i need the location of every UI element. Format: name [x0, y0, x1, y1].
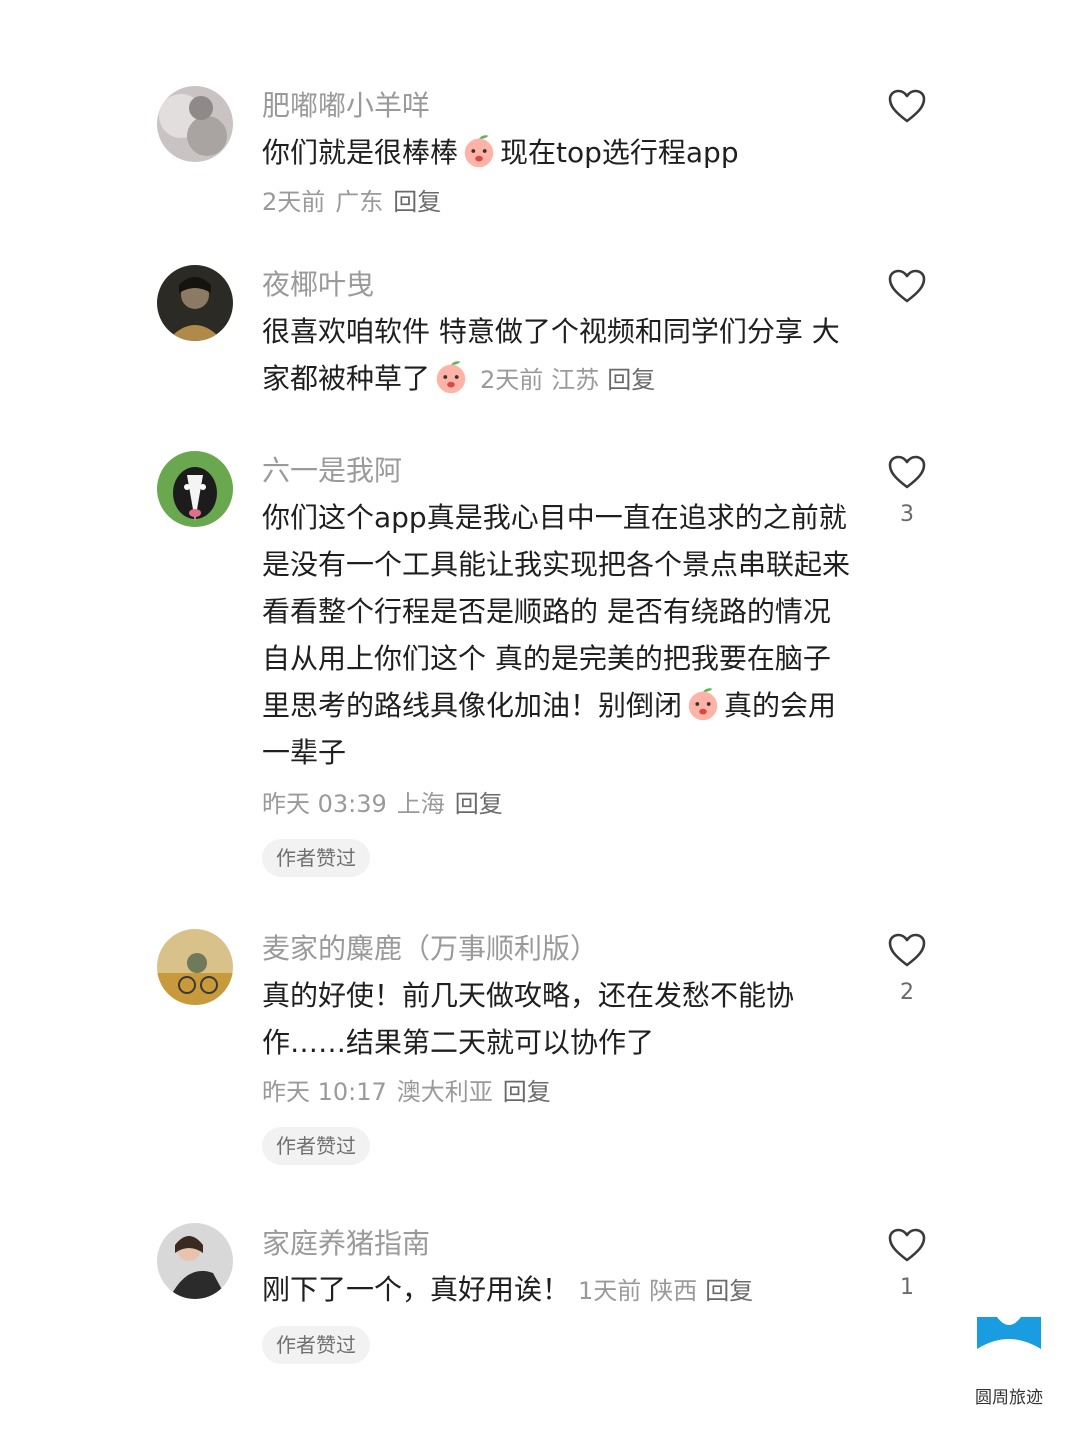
like-button[interactable]: 3: [885, 454, 929, 528]
reply-button[interactable]: 回复: [503, 1078, 551, 1106]
author-liked-badge: 作者赞过: [262, 839, 370, 877]
comment-region: 澳大利亚: [396, 1078, 493, 1106]
peach-emoji-icon: [688, 688, 718, 721]
yuanzhou-logo-icon: [977, 1317, 1041, 1349]
comment-time: 昨天 03:39: [262, 790, 387, 818]
comment-meta: 2天前 广东 回复: [262, 186, 441, 218]
peach-emoji-icon: [464, 135, 494, 168]
comment-time: 1天前: [578, 1277, 642, 1305]
heart-outline-icon: [888, 89, 926, 123]
comment-text: 你们就是很棒棒 现在top选行程app: [262, 129, 862, 176]
like-button[interactable]: [885, 268, 929, 304]
heart-outline-icon: [888, 933, 926, 967]
comment-author[interactable]: 夜椰叶曳: [262, 267, 374, 303]
avatar[interactable]: [157, 265, 233, 341]
like-count: 3: [900, 502, 914, 527]
like-button[interactable]: 1: [885, 1227, 929, 1301]
comment-author[interactable]: 麦家的麋鹿（万事顺利版）: [262, 931, 598, 967]
avatar[interactable]: [157, 86, 233, 162]
comment-author[interactable]: 肥嘟嘟小羊咩: [262, 88, 430, 124]
heart-outline-icon: [888, 1228, 926, 1262]
heart-outline-icon: [888, 455, 926, 489]
comment-time: 2天前: [262, 188, 326, 216]
reply-button[interactable]: 回复: [705, 1277, 753, 1305]
reply-button[interactable]: 回复: [393, 188, 441, 216]
comment-author[interactable]: 六一是我阿: [262, 453, 402, 489]
avatar[interactable]: [157, 1223, 233, 1299]
like-button[interactable]: [885, 88, 929, 124]
comment-meta: 昨天 10:17 澳大利亚 回复: [262, 1076, 551, 1108]
comment-meta: 昨天 03:39 上海 回复: [262, 788, 503, 820]
author-liked-badge: 作者赞过: [262, 1127, 370, 1165]
reply-button[interactable]: 回复: [455, 790, 503, 818]
comment-text: 很喜欢咱软件 特意做了个视频和同学们分享 大家都被种草了 2天前 江苏 回复: [262, 315, 840, 395]
comment-region: 陕西: [649, 1277, 698, 1305]
like-button[interactable]: 2: [885, 932, 929, 1006]
comment-region: 江苏: [551, 366, 600, 394]
comment-text: 真的好使！前几天做攻略，还在发愁不能协作……结果第二天就可以协作了: [262, 979, 795, 1059]
like-count: 2: [900, 980, 914, 1005]
comment-region: 上海: [396, 790, 445, 818]
author-liked-badge: 作者赞过: [262, 1326, 370, 1364]
comment-text: 你们这个app真是我心目中一直在追求的之前就是没有一个工具能让我实现把各个景点串…: [262, 501, 851, 769]
heart-outline-icon: [888, 269, 926, 303]
avatar[interactable]: [157, 451, 233, 527]
comment-author[interactable]: 家庭养猪指南: [262, 1226, 430, 1262]
reply-button[interactable]: 回复: [607, 366, 655, 394]
comment-time: 昨天 10:17: [262, 1078, 387, 1106]
avatar[interactable]: [157, 929, 233, 1005]
comment-time: 2天前: [480, 366, 544, 394]
like-count: 1: [900, 1275, 914, 1300]
comment-text: 刚下了一个，真好用诶！ 1天前 陕西 回复: [262, 1273, 754, 1306]
comment-region: 广东: [335, 188, 384, 216]
brand-name: 圆周旅迹: [975, 1388, 1043, 1408]
peach-emoji-icon: [436, 361, 466, 394]
